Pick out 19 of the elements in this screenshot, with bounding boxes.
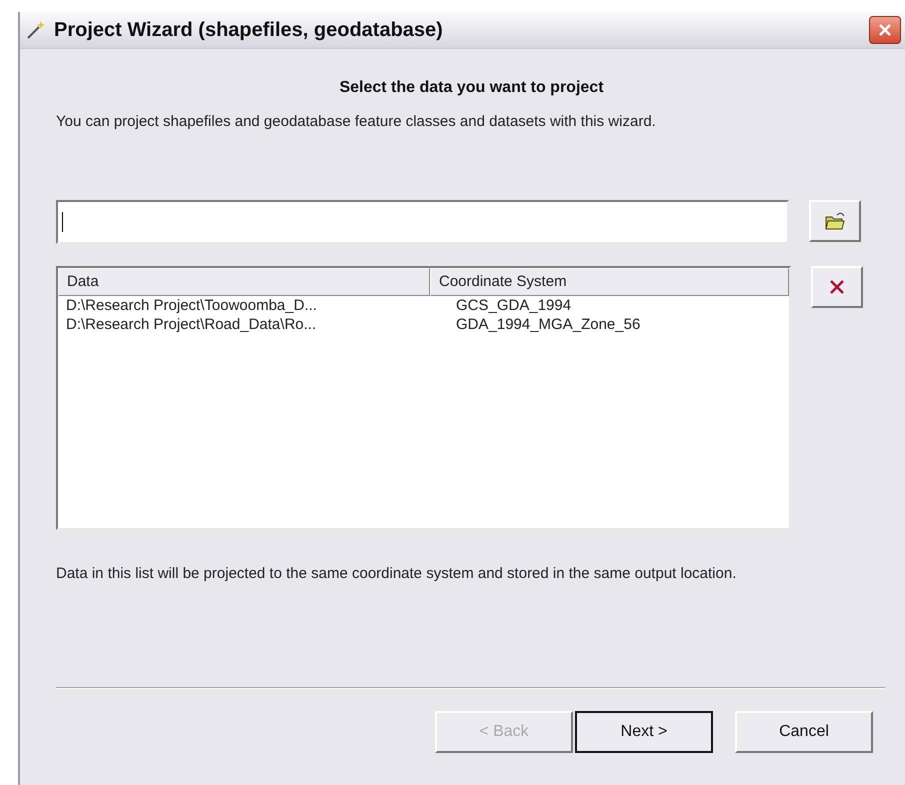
table-cell-text: D:\Research Project\Toowoomba_D... [65,296,318,315]
description: You can project shapefiles and geodatabase feature classes and datasets with this wizard. [56,113,657,130]
open-folder-button[interactable] [809,200,861,242]
wizard-button[interactable]: Next > [575,711,713,753]
table-cell-text: GCS_GDA_1994 [455,296,572,315]
note: Data in this list will be projected to the same coordinate system and stored in the same output location. [56,564,738,584]
table-cell-text: D:\Research Project\Road_Data\Ro... [65,315,318,334]
close-button[interactable] [869,16,901,44]
folder-icon [824,211,846,231]
close-icon [877,22,893,38]
heading: Select the data you want to project [338,79,605,97]
delete-button[interactable] [811,266,863,308]
column-header[interactable]: Data [58,268,430,296]
path-field[interactable] [56,200,789,244]
window-title: Project Wizard (shapefiles, geodatabase) [54,18,444,42]
wizard-button[interactable]: Cancel [735,711,873,753]
column-header[interactable]: Coordinate System [430,268,789,296]
table-cell-text: GDA_1994_MGA_Zone_56 [455,315,642,334]
delete-icon [828,278,846,296]
